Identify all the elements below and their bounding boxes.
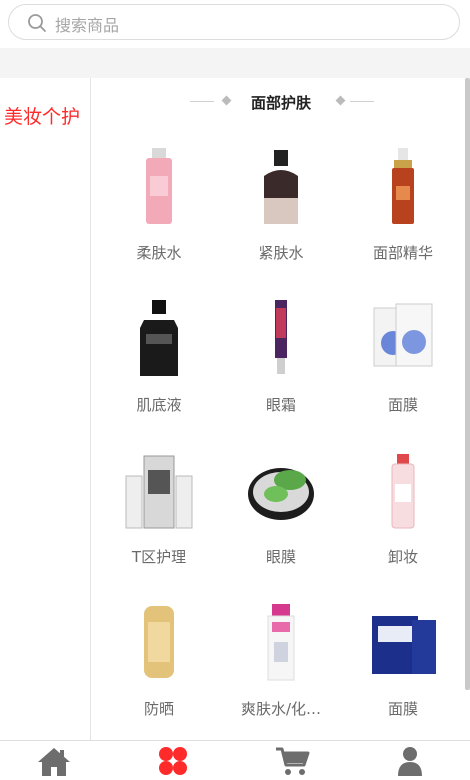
section-header: 面部护肤 bbox=[92, 92, 465, 112]
product-label: 肌底液 bbox=[136, 396, 182, 414]
product-label: 卸妆 bbox=[387, 548, 418, 566]
eye-mask-jar-icon bbox=[248, 468, 314, 520]
category-sidebar: 美妆个护 bbox=[0, 78, 91, 740]
product-label: T区护理 bbox=[131, 548, 187, 566]
bottom-tab-bar bbox=[0, 740, 470, 780]
mask-box-icon bbox=[372, 616, 436, 674]
product-label: 面部精华 bbox=[372, 244, 433, 262]
category-content: 面部护肤 柔肤水 紧肤水 面部精华 肌底液 眼霜 面膜 T区护理 眼膜 卸妆 防… bbox=[92, 78, 465, 740]
product-item[interactable]: 防晒 bbox=[98, 590, 220, 742]
product-item[interactable]: 肌底液 bbox=[98, 286, 220, 438]
lotion-bottle-icon bbox=[267, 604, 295, 681]
product-label: 面膜 bbox=[387, 700, 418, 718]
face-mask-packs-icon bbox=[373, 303, 433, 367]
product-item[interactable]: 紧肤水 bbox=[220, 134, 342, 286]
black-essence-bottle-icon bbox=[140, 300, 178, 376]
category-icon[interactable] bbox=[155, 746, 191, 776]
product-label: 面膜 bbox=[387, 396, 418, 414]
product-label: 爽肤水/化… bbox=[240, 700, 322, 718]
product-item[interactable]: 爽肤水/化… bbox=[220, 590, 342, 742]
micellar-water-bottle-icon bbox=[391, 454, 415, 529]
divider-diamond bbox=[221, 95, 232, 106]
section-title: 面部护肤 bbox=[251, 94, 312, 112]
scrollbar[interactable] bbox=[465, 78, 470, 690]
product-item[interactable]: T区护理 bbox=[98, 438, 220, 590]
eye-cream-tube-icon bbox=[275, 300, 287, 374]
search-bar-band bbox=[0, 48, 470, 78]
serum-dropper-bottle-icon bbox=[392, 148, 414, 224]
product-label: 眼霜 bbox=[265, 396, 296, 414]
product-label: 防晒 bbox=[143, 700, 174, 718]
t-zone-kit-icon bbox=[125, 455, 193, 529]
product-label: 眼膜 bbox=[265, 548, 296, 566]
divider-line bbox=[190, 101, 214, 102]
user-icon[interactable] bbox=[392, 746, 428, 776]
sunscreen-bottle-icon bbox=[144, 606, 174, 678]
divider-diamond bbox=[335, 95, 346, 106]
home-icon[interactable] bbox=[36, 746, 72, 776]
product-item[interactable]: 柔肤水 bbox=[98, 134, 220, 286]
product-label: 柔肤水 bbox=[136, 244, 182, 262]
sidebar-item-beauty[interactable]: 美妆个护 bbox=[4, 102, 80, 129]
cart-icon[interactable] bbox=[274, 746, 310, 776]
product-item[interactable]: 卸妆 bbox=[342, 438, 464, 590]
product-item[interactable]: 眼霜 bbox=[220, 286, 342, 438]
product-item[interactable]: 眼膜 bbox=[220, 438, 342, 590]
firming-water-bottle-icon bbox=[264, 150, 298, 224]
product-item[interactable]: 面膜 bbox=[342, 590, 464, 742]
product-item[interactable]: 面部精华 bbox=[342, 134, 464, 286]
divider-line bbox=[350, 101, 374, 102]
product-label: 紧肤水 bbox=[258, 244, 304, 262]
toner-bottle-pink-icon bbox=[146, 148, 172, 224]
search-input[interactable]: 搜索商品 bbox=[8, 4, 460, 40]
product-item[interactable]: 面膜 bbox=[342, 286, 464, 438]
search-placeholder: 搜索商品 bbox=[55, 16, 120, 35]
search-bar: 搜索商品 bbox=[0, 0, 470, 78]
search-icon bbox=[28, 14, 46, 32]
